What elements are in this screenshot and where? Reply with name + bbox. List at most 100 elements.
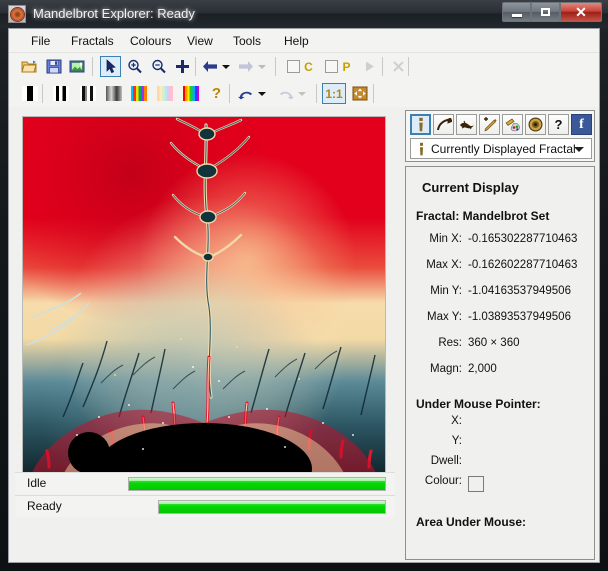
palette-bands2-icon [52, 86, 69, 101]
zoom-out-icon [151, 59, 166, 74]
menu-file[interactable]: File [25, 32, 56, 50]
menu-view[interactable]: View [181, 32, 219, 50]
palette-spectrum-button[interactable] [180, 83, 201, 104]
progress-fill [159, 501, 385, 513]
forward-button[interactable] [237, 56, 255, 77]
zoom-out-button[interactable] [148, 56, 169, 77]
target-icon [528, 117, 543, 132]
redo-dropdown-button[interactable] [295, 83, 308, 104]
zoom-in-icon [127, 59, 142, 74]
info-tab-button[interactable] [410, 114, 431, 135]
p-checkbox[interactable]: P [321, 56, 355, 77]
colours-tab-button[interactable] [502, 114, 523, 135]
field-mouse-x: X: [451, 415, 462, 427]
field-dwell: Dwell: [430, 455, 462, 467]
status-label-idle: Idle [27, 476, 47, 490]
palette-bw-button[interactable] [19, 83, 40, 104]
chevron-down-icon [297, 91, 306, 96]
add-button[interactable] [172, 56, 193, 77]
field-min-x: Min X: -0.165302287710463 [429, 233, 578, 245]
fractal-image [23, 117, 385, 475]
orbit-arrow-icon [436, 117, 452, 130]
application-window: Mandelbrot Explorer: Ready ✕ File Fracta… [0, 0, 608, 571]
area-under-mouse-heading: Area Under Mouse: [416, 515, 527, 529]
edit-tab-button[interactable] [479, 114, 500, 135]
field-min-y: Min Y: -1.04163537949506 [430, 285, 571, 297]
chevron-down-icon [257, 64, 266, 69]
combobox-value: Currently Displayed Fractal [431, 141, 576, 156]
app-icon [8, 5, 26, 23]
menu-colours[interactable]: Colours [124, 32, 177, 50]
progress-fill [129, 478, 385, 490]
palette-spectrum-icon [182, 86, 199, 101]
panel-icon-toolbar: ? f Currently Displayed Fractal [405, 110, 595, 162]
p-label: P [342, 59, 351, 74]
redo-button[interactable] [277, 83, 295, 104]
close-button[interactable]: ✕ [560, 2, 602, 22]
undo-dropdown-button[interactable] [255, 83, 268, 104]
mouse-pointer-heading: Under Mouse Pointer: [416, 397, 541, 411]
checkbox-box [287, 60, 301, 73]
palette-dither-button[interactable] [128, 83, 149, 104]
palette-grey-gradient-icon [105, 86, 122, 101]
palette-pastel-button[interactable] [154, 83, 175, 104]
menu-tools[interactable]: Tools [227, 32, 267, 50]
info-icon [420, 142, 423, 155]
save-image-icon [69, 60, 85, 73]
status-bar-ready: Ready [15, 495, 395, 517]
palette-random-button[interactable]: ? [206, 83, 227, 104]
open-button[interactable] [19, 56, 40, 77]
field-max-y: Max Y: -1.03893537949506 [427, 311, 571, 323]
question-mark-icon: ? [211, 85, 222, 102]
palette-bands2-button[interactable] [50, 83, 71, 104]
status-label-ready: Ready [27, 499, 62, 513]
back-dropdown-button[interactable] [219, 56, 232, 77]
field-max-x: Max X: -0.162602287710463 [426, 259, 578, 271]
palette-grey-button[interactable] [103, 83, 124, 104]
menu-fractals[interactable]: Fractals [65, 32, 120, 50]
close-icon: ✕ [575, 4, 587, 20]
facebook-button[interactable]: f [571, 114, 592, 135]
status-bar-idle: Idle [15, 472, 395, 494]
menu-bar: File Fractals Colours View Tools Help [9, 29, 599, 53]
undo-button[interactable] [237, 83, 255, 104]
field-magn: Magn: 2,000 [430, 363, 497, 375]
maximize-button[interactable] [531, 2, 560, 22]
help-tab-button[interactable]: ? [548, 114, 569, 135]
stop-button[interactable] [388, 56, 409, 77]
forward-dropdown-button[interactable] [255, 56, 268, 77]
info-icon [418, 117, 423, 132]
close-x-icon [393, 61, 404, 72]
fractal-selector-combobox[interactable]: Currently Displayed Fractal [410, 138, 592, 159]
zoom-ratio-label: 1:1 [325, 86, 343, 101]
title-bar: Mandelbrot Explorer: Ready ✕ [0, 0, 608, 28]
back-button[interactable] [201, 56, 219, 77]
toolbar-primary: C P [9, 53, 599, 80]
orbit-tab-button[interactable] [433, 114, 454, 135]
chevron-down-icon [257, 91, 266, 96]
save-image-button[interactable] [67, 56, 88, 77]
menu-help[interactable]: Help [278, 32, 315, 50]
back-arrow-icon [203, 61, 217, 72]
julia-tab-button[interactable] [456, 114, 477, 135]
pointer-tool-button[interactable] [100, 56, 121, 77]
mandelbrot-render[interactable] [22, 116, 386, 476]
facebook-icon: f [579, 116, 584, 132]
client-area: File Fractals Colours View Tools Help C … [8, 28, 600, 563]
palette-bands3-icon [79, 86, 96, 101]
play-icon [366, 61, 374, 72]
fractal-type-line: Fractal: Mandelbrot Set [416, 209, 550, 223]
fit-window-button[interactable] [349, 83, 370, 104]
target-tab-button[interactable] [525, 114, 546, 135]
palette-bands3-button[interactable] [77, 83, 98, 104]
c-checkbox[interactable]: C [283, 56, 317, 77]
minimize-button[interactable] [502, 2, 531, 22]
save-button[interactable] [43, 56, 64, 77]
question-mark-icon: ? [554, 117, 563, 132]
play-button[interactable] [359, 56, 380, 77]
zoom-in-button[interactable] [124, 56, 145, 77]
open-icon [21, 60, 37, 73]
field-res: Res: 360 × 360 [438, 337, 520, 349]
zoom-ratio-button[interactable]: 1:1 [322, 83, 346, 104]
field-colour: Colour: [406, 475, 594, 497]
